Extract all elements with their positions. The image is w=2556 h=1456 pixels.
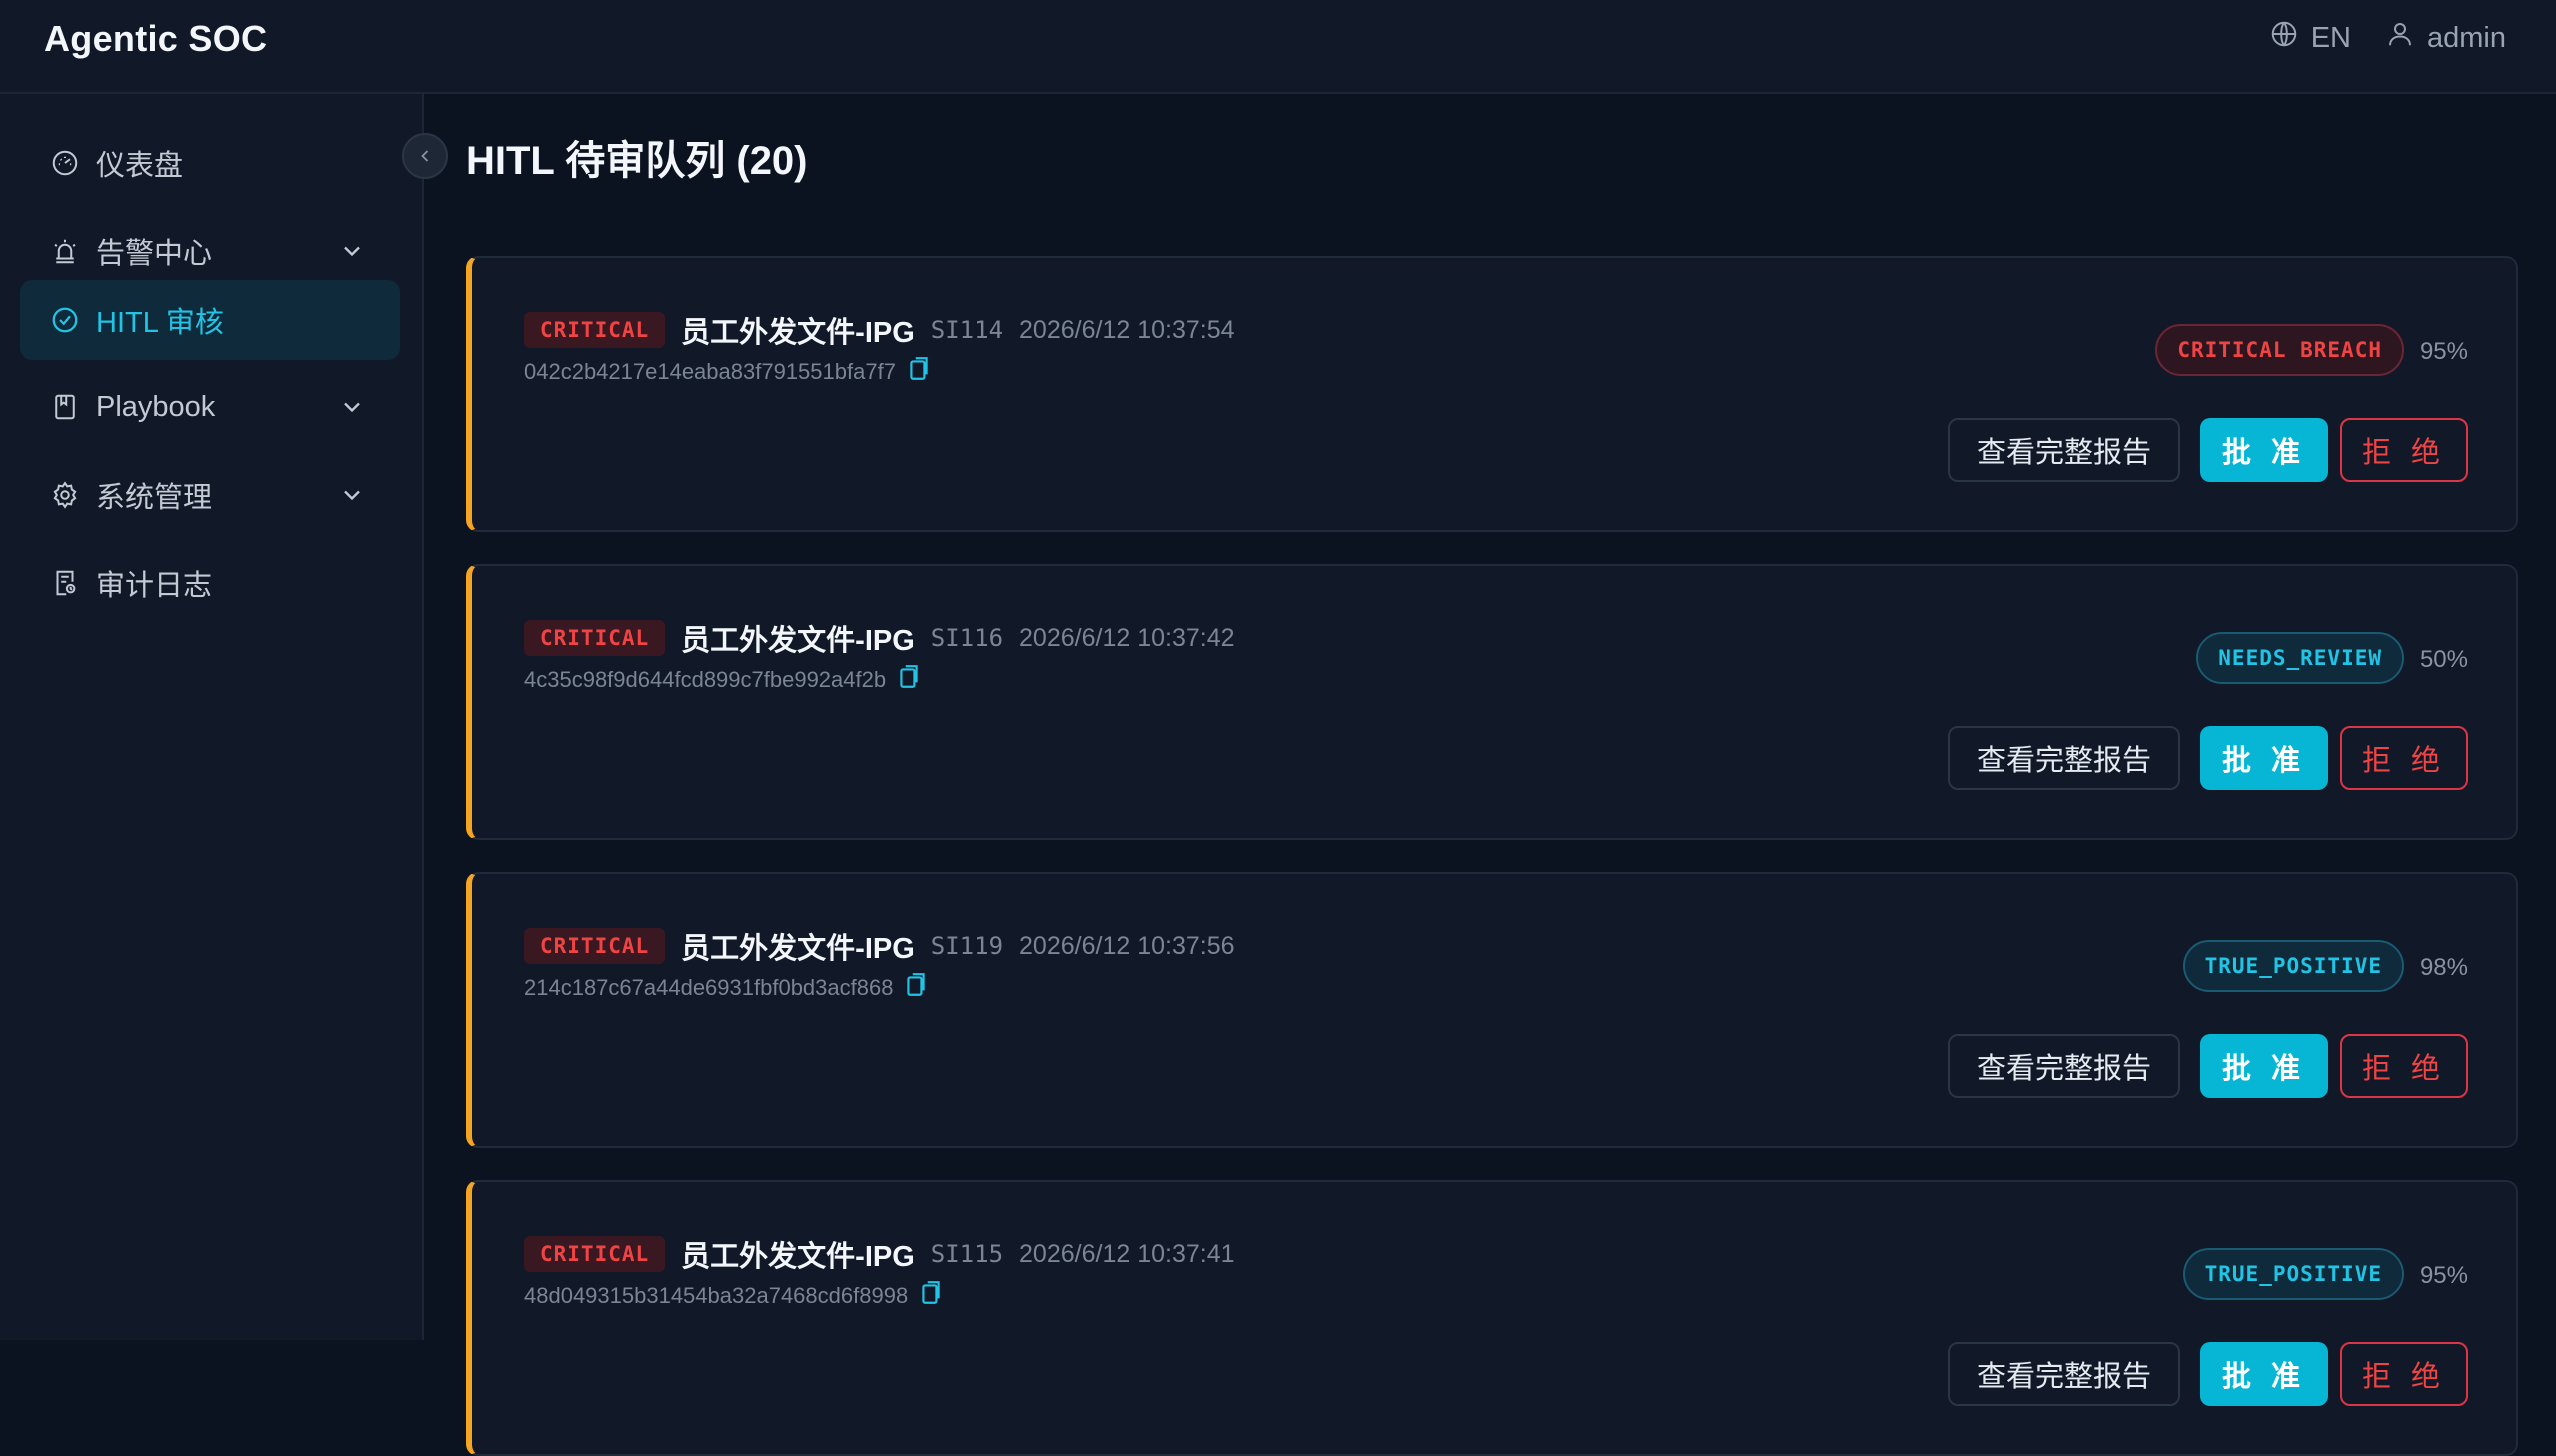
approve-button[interactable]: 批 准 — [2200, 418, 2328, 482]
view-report-button[interactable]: 查看完整报告 — [1948, 418, 2180, 482]
alert-id: SI114 — [930, 316, 1004, 344]
alert-hash: 214c187c67a44de6931fbf0bd3acf868 — [524, 972, 927, 1004]
reject-button[interactable]: 拒 绝 — [2340, 1034, 2468, 1098]
severity-badge: CRITICAL — [524, 928, 666, 964]
header-actions: EN admin — [2269, 18, 2506, 58]
verdict-badge: TRUE_POSITIVE — [2182, 940, 2404, 992]
globe-icon — [2269, 19, 2299, 57]
view-report-button[interactable]: 查看完整报告 — [1948, 726, 2180, 790]
severity-badge: CRITICAL — [524, 312, 666, 348]
alert-id: SI115 — [930, 1240, 1004, 1268]
language-label: EN — [2310, 21, 2351, 54]
sidebar-item-label: 审计日志 — [96, 570, 213, 602]
view-report-button[interactable]: 查看完整报告 — [1948, 1034, 2180, 1098]
review-card: CRITICAL 员工外发文件-IPG SI114 2026/6/12 10:3… — [466, 256, 2518, 532]
sidebar-collapse-button[interactable] — [402, 133, 448, 179]
user-menu[interactable]: admin — [2385, 19, 2506, 57]
alarm-icon — [50, 236, 80, 266]
sidebar-item-playbook[interactable]: Playbook — [20, 367, 400, 447]
language-switcher[interactable]: EN — [2269, 19, 2351, 57]
review-card: CRITICAL 员工外发文件-IPG SI116 2026/6/12 10:3… — [466, 564, 2518, 840]
chevron-left-icon — [421, 150, 429, 162]
reject-button[interactable]: 拒 绝 — [2340, 726, 2468, 790]
alert-title: 员工外发文件-IPG — [681, 1241, 915, 1273]
confidence-value: 95% — [2419, 1262, 2468, 1289]
sidebar-item-label: 告警中心 — [96, 238, 213, 270]
confidence-value: 50% — [2419, 646, 2468, 673]
chevron-down-icon — [344, 246, 360, 257]
alert-hash: 042c2b4217e14eaba83f791551bfa7f7 — [524, 356, 930, 388]
hash-text: 214c187c67a44de6931fbf0bd3acf868 — [524, 975, 894, 1000]
copy-icon[interactable] — [920, 1280, 942, 1312]
sidebar-item-audit-log[interactable]: 审计日志 — [20, 543, 400, 623]
alert-timestamp: 2026/6/12 10:37:56 — [1019, 931, 1235, 960]
verdict-badge: TRUE_POSITIVE — [2182, 1248, 2404, 1300]
reject-button[interactable]: 拒 绝 — [2340, 418, 2468, 482]
alert-timestamp: 2026/6/12 10:37:42 — [1019, 623, 1235, 652]
user-name: admin — [2427, 21, 2506, 54]
dashboard-icon — [50, 148, 80, 178]
alert-title: 员工外发文件-IPG — [681, 625, 915, 657]
card-header: CRITICAL 员工外发文件-IPG SI116 2026/6/12 10:3… — [524, 616, 1235, 660]
review-card: CRITICAL 员工外发文件-IPG SI115 2026/6/12 10:3… — [466, 1180, 2518, 1456]
card-header: CRITICAL 员工外发文件-IPG SI114 2026/6/12 10:3… — [524, 308, 1235, 352]
gear-icon — [50, 480, 80, 510]
sidebar-item-label: 系统管理 — [96, 482, 213, 514]
verdict-badge: CRITICAL BREACH — [2155, 324, 2404, 376]
sidebar-item-system-admin[interactable]: 系统管理 — [20, 455, 400, 535]
page-title: HITL 待审队列 (20) — [466, 139, 808, 183]
audit-log-icon — [50, 568, 80, 598]
review-card: CRITICAL 员工外发文件-IPG SI119 2026/6/12 10:3… — [466, 872, 2518, 1148]
severity-badge: CRITICAL — [524, 1236, 666, 1272]
hash-text: 4c35c98f9d644fcd899c7fbe992a4f2b — [524, 667, 887, 692]
sidebar-item-alerts[interactable]: 告警中心 — [20, 211, 400, 291]
hash-text: 042c2b4217e14eaba83f791551bfa7f7 — [524, 359, 896, 384]
approve-button[interactable]: 批 准 — [2200, 726, 2328, 790]
alert-title: 员工外发文件-IPG — [681, 933, 915, 965]
card-header: CRITICAL 员工外发文件-IPG SI119 2026/6/12 10:3… — [524, 924, 1235, 968]
alert-timestamp: 2026/6/12 10:37:41 — [1019, 1239, 1235, 1268]
copy-icon[interactable] — [905, 972, 927, 1004]
sidebar-item-label: HITL 审核 — [96, 307, 224, 339]
view-report-button[interactable]: 查看完整报告 — [1948, 1342, 2180, 1406]
alert-title: 员工外发文件-IPG — [681, 317, 915, 349]
chevron-down-icon — [344, 402, 360, 413]
sidebar-item-dashboard[interactable]: 仪表盘 — [20, 123, 400, 203]
hash-text: 48d049315b31454ba32a7468cd6f8998 — [524, 1283, 909, 1308]
alert-id: SI116 — [930, 624, 1004, 652]
confidence-value: 98% — [2419, 954, 2468, 981]
sidebar-item-hitl-review[interactable]: HITL 审核 — [20, 280, 400, 360]
severity-badge: CRITICAL — [524, 620, 666, 656]
verdict-badge: NEEDS_REVIEW — [2196, 632, 2404, 684]
card-header: CRITICAL 员工外发文件-IPG SI115 2026/6/12 10:3… — [524, 1232, 1235, 1276]
alert-hash: 4c35c98f9d644fcd899c7fbe992a4f2b — [524, 664, 920, 696]
app-title: Agentic SOC — [44, 18, 268, 59]
alert-hash: 48d049315b31454ba32a7468cd6f8998 — [524, 1280, 942, 1312]
alert-timestamp: 2026/6/12 10:37:54 — [1019, 315, 1235, 344]
sidebar-item-label: 仪表盘 — [96, 150, 184, 182]
top-header: Agentic SOC EN admin — [0, 0, 2556, 94]
copy-icon[interactable] — [908, 356, 930, 388]
user-icon — [2385, 19, 2415, 57]
book-icon — [50, 392, 80, 422]
confidence-value: 95% — [2419, 338, 2468, 365]
approve-button[interactable]: 批 准 — [2200, 1034, 2328, 1098]
approve-button[interactable]: 批 准 — [2200, 1342, 2328, 1406]
reject-button[interactable]: 拒 绝 — [2340, 1342, 2468, 1406]
chevron-down-icon — [344, 490, 360, 501]
sidebar: 仪表盘 告警中心 HITL 审核 Playbook 系统管理 审计日志 — [0, 94, 424, 1340]
copy-icon[interactable] — [898, 664, 920, 696]
alert-id: SI119 — [930, 932, 1004, 960]
sidebar-item-label: Playbook — [96, 390, 216, 423]
check-circle-icon — [50, 305, 80, 335]
